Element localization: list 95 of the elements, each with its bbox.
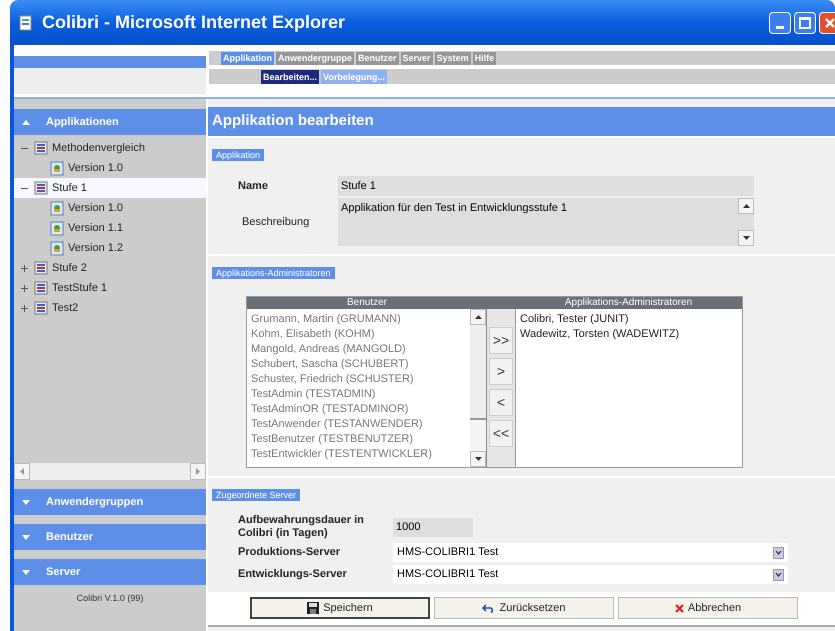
tree-item[interactable]: Version 1.0 (14, 198, 206, 218)
expand-arrow-icon (22, 570, 30, 574)
tree-item[interactable]: Stufe 2 (14, 258, 206, 278)
list-item[interactable]: Mangold, Andreas (MANGOLD) (251, 342, 470, 357)
tree-label: Methodenvergleich (52, 140, 145, 156)
down-arrow-icon (742, 236, 750, 240)
users-list[interactable] (247, 309, 487, 467)
close-icon (824, 16, 835, 28)
development-server-select[interactable]: HMS-COLIBRI1 Test (393, 565, 788, 584)
document-icon (50, 240, 64, 256)
reset-button[interactable]: Zurücksetzen (434, 597, 614, 619)
horizontal-scrollbar[interactable] (14, 463, 206, 480)
move-button[interactable]: >> (489, 327, 513, 354)
application-icon (34, 141, 48, 155)
scroll-down-button[interactable] (470, 451, 486, 467)
description-field[interactable]: Applikation für den Test in Entwicklungsstufe 1 (338, 198, 738, 246)
scroll-up-button[interactable] (738, 198, 754, 214)
field-label: Entwicklungs-Server (238, 567, 348, 582)
tree-item[interactable]: Version 1.1 (14, 218, 206, 238)
right-arrow-icon (196, 468, 200, 475)
tree-item[interactable]: TestStufe 1 (14, 278, 206, 298)
tree-label: Test2 (52, 300, 78, 316)
section-label: Applikation (212, 149, 264, 161)
tree-label: Version 1.1 (68, 220, 124, 236)
expand-arrow-icon (22, 534, 30, 540)
application-icon (34, 281, 48, 295)
list-item[interactable]: Kohm, Elisabeth (KOHM) (251, 327, 470, 342)
move-button[interactable]: << (489, 420, 513, 447)
list-item[interactable]: TestAnwender (TESTANWENDER) (251, 417, 470, 432)
section-label: Zugeordnete Server (212, 489, 300, 501)
undo-arrow-icon (482, 604, 496, 612)
column-header: Applikations-Administratoren (515, 297, 742, 309)
move-button[interactable]: > (489, 358, 513, 385)
tree-label: Version 1.2 (68, 240, 124, 256)
window-title: Colibri - Microsoft Internet Explorer (42, 11, 346, 34)
tree-item[interactable]: Version 1.0 (14, 158, 206, 178)
tree-label: Version 1.0 (68, 160, 124, 176)
tree-item[interactable]: Test2 (14, 298, 206, 318)
list-item[interactable]: TestEntwickler (TESTENTWICKLER) (251, 447, 470, 462)
list-item[interactable]: TestAdmin (TESTADMIN) (251, 387, 470, 402)
list-item[interactable]: TestAdminOR (TESTADMINOR) (251, 402, 470, 417)
retention-field[interactable]: 1000 (393, 518, 473, 536)
close-icon (674, 604, 684, 612)
close-button[interactable] (819, 12, 835, 34)
expand-icon[interactable] (20, 304, 28, 312)
list-item[interactable]: Schuster, Friedrich (SCHUSTER) (251, 372, 470, 387)
browser-icon (18, 14, 34, 30)
down-arrow-icon (474, 457, 482, 461)
page-header: Applikation bearbeiten (208, 107, 835, 136)
tree-item[interactable]: Version 1.2 (14, 238, 206, 258)
expand-icon[interactable] (20, 284, 28, 292)
list-item[interactable]: Wadewitz, Torsten (WADEWITZ) (520, 327, 742, 342)
tree-label: Stufe 2 (52, 260, 87, 276)
collapse-arrow-icon (22, 120, 30, 124)
name-field[interactable]: Stufe 1 (338, 176, 754, 196)
maximize-button[interactable] (794, 12, 816, 34)
expand-arrow-icon (22, 500, 30, 504)
production-server-select[interactable]: HMS-COLIBRI1 Test (393, 543, 788, 562)
expand-icon[interactable] (20, 264, 28, 272)
move-button[interactable]: < (489, 389, 513, 416)
field-label: Name (238, 178, 269, 194)
tree-label: Version 1.0 (68, 200, 124, 216)
tree-item[interactable]: Stufe 1 (14, 178, 206, 198)
section-label: Applikations-Administratoren (212, 267, 335, 279)
document-icon (50, 200, 64, 216)
field-label: Produktions-Server (238, 545, 342, 560)
cancel-button[interactable]: Abbrechen (618, 597, 798, 619)
list-item[interactable]: Grumann, Martin (GRUMANN) (251, 312, 470, 327)
up-arrow-icon (742, 204, 750, 208)
minimize-button[interactable] (769, 12, 791, 34)
list-item[interactable]: TestBenutzer (TESTBENUTZER) (251, 432, 470, 447)
scroll-down-button[interactable] (738, 230, 754, 246)
left-arrow-icon (20, 468, 24, 475)
application-icon (34, 261, 48, 275)
application-icon (34, 301, 48, 315)
list-item[interactable]: Schubert, Sascha (SCHUBERT) (251, 357, 470, 372)
dropdown-icon[interactable] (773, 546, 784, 558)
list-item[interactable]: Colibri, Tester (JUNIT) (520, 312, 742, 327)
field-label: Aufbewahrungsdauer in Colibri (in Tagen) (238, 514, 365, 540)
vertical-scrollbar[interactable] (470, 309, 487, 467)
document-icon (50, 220, 64, 236)
submenu-item[interactable]: Bearbeiten... (261, 70, 320, 84)
document-icon (50, 160, 64, 176)
tree-label: Stufe 1 (52, 180, 87, 196)
dropdown-icon[interactable] (773, 568, 784, 580)
save-button[interactable]: Speichern (250, 597, 430, 619)
field-label: Beschreibung (241, 214, 310, 230)
tree-item[interactable]: Methodenvergleich (14, 138, 206, 158)
version-label: Colibri V.1.0 (99) (76, 592, 144, 605)
column-header: Benutzer (247, 297, 487, 309)
up-arrow-icon (474, 315, 482, 319)
tree-label: TestStufe 1 (52, 280, 108, 296)
admins-list[interactable]: Colibri, Tester (JUNIT) Wadewitz, Torsten (WADEWITZ) (515, 309, 742, 467)
scroll-up-button[interactable] (470, 309, 486, 325)
application-icon (34, 181, 48, 195)
